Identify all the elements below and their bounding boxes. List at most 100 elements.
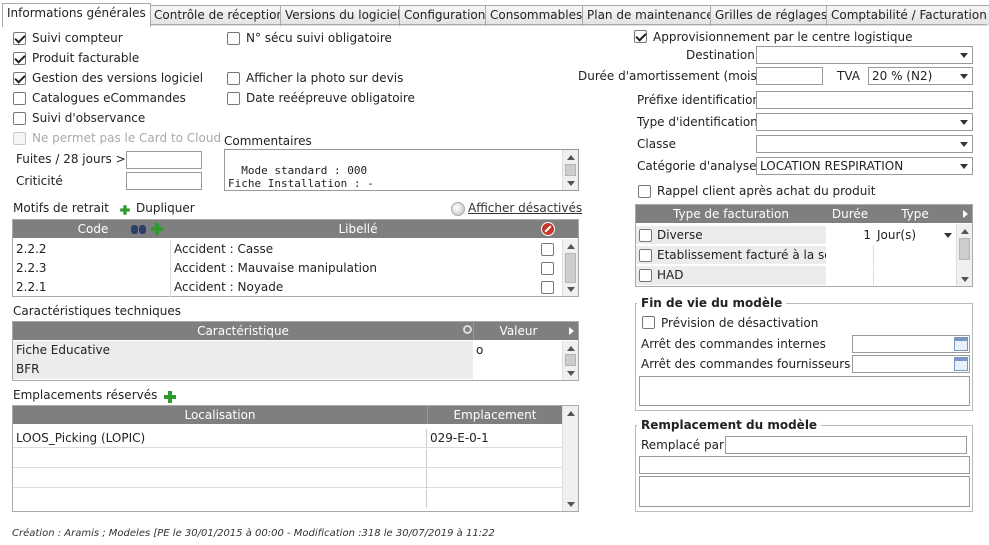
chevron-down-icon[interactable] (956, 158, 972, 174)
col-emplacement[interactable]: Emplacement (427, 406, 562, 424)
emplacements-scrollbar[interactable] (562, 406, 578, 511)
table-row[interactable]: 2.2.1 Accident : Noyade (13, 278, 562, 297)
row-unite[interactable] (874, 246, 956, 265)
tab-consommables[interactable]: Consommables (485, 5, 588, 26)
scroll-up-icon[interactable] (563, 150, 578, 164)
scroll-up-icon[interactable] (563, 406, 578, 420)
afficher-desactives-link[interactable]: Afficher désactivés (468, 201, 582, 215)
catalogues-checkbox[interactable] (13, 92, 26, 105)
date-reepreuve-checkbox[interactable] (227, 92, 240, 105)
suivi-compteur-checkbox[interactable] (13, 32, 26, 45)
calendar-icon[interactable] (954, 337, 968, 351)
chevron-right-icon[interactable] (963, 210, 968, 218)
type-ident-select[interactable] (756, 113, 973, 131)
chevron-right-icon[interactable] (569, 327, 574, 335)
remplace-par-input[interactable] (725, 436, 967, 454)
commentaires-textarea[interactable]: Mode standard : 000 Fiche Installation :… (224, 149, 579, 191)
row-duree[interactable]: 1 (826, 226, 874, 245)
table-row[interactable]: Etablissement facturé à la se (636, 246, 956, 265)
tab-grilles-reglages[interactable]: Grilles de réglages (710, 5, 833, 26)
commentaires-scrollbar[interactable] (562, 150, 578, 190)
scroll-down-icon[interactable] (563, 176, 578, 190)
row-checkbox[interactable] (639, 229, 652, 242)
row-duree[interactable] (826, 266, 874, 285)
col-code[interactable]: Code (13, 220, 173, 238)
gestion-versions-checkbox[interactable] (13, 72, 26, 85)
col-libelle[interactable]: Libellé (173, 220, 543, 238)
duree-input[interactable] (756, 67, 823, 85)
produit-facturable-checkbox[interactable] (13, 52, 26, 65)
appro-checkbox[interactable] (634, 30, 647, 43)
remplacement-notes[interactable] (639, 476, 970, 507)
add-emplacement-icon[interactable] (164, 391, 176, 403)
col-type-facturation[interactable]: Type de facturation (636, 205, 826, 223)
col-duree[interactable]: Durée (826, 205, 874, 223)
chevron-down-icon[interactable] (940, 228, 955, 243)
table-row[interactable]: Diverse 1 Jour(s) (636, 226, 956, 245)
table-row[interactable]: 2.2.2 Accident : Casse (13, 240, 562, 259)
scroll-thumb[interactable] (565, 253, 576, 283)
secu-checkbox[interactable] (227, 32, 240, 45)
row-checkbox[interactable] (541, 281, 554, 294)
tab-informations-generales[interactable]: Informations générales (2, 3, 151, 27)
chevron-down-icon[interactable] (956, 114, 972, 130)
photo-devis-checkbox[interactable] (227, 72, 240, 85)
rappel-checkbox[interactable] (638, 185, 651, 198)
scroll-thumb[interactable] (565, 164, 576, 176)
arret-fournisseurs-date[interactable] (852, 355, 970, 373)
destination-select[interactable] (756, 46, 973, 64)
scroll-thumb[interactable] (565, 354, 576, 366)
row-checkbox[interactable] (639, 249, 652, 262)
add-motif-icon[interactable] (151, 223, 163, 235)
scroll-up-icon[interactable] (563, 341, 578, 355)
col-localisation[interactable]: Localisation (13, 406, 427, 424)
col-type[interactable]: Type (874, 205, 956, 223)
suivi-observance-checkbox[interactable] (13, 112, 26, 125)
table-row[interactable]: BFR (13, 360, 562, 379)
row-duree[interactable] (826, 246, 874, 265)
row-checkbox[interactable] (541, 262, 554, 275)
tva-select[interactable]: 20 % (N2) (868, 67, 973, 85)
tab-versions-logiciel[interactable]: Versions du logiciel (280, 5, 406, 26)
scroll-down-icon[interactable] (563, 497, 578, 511)
chevron-down-icon[interactable] (956, 68, 972, 84)
arret-internes-date[interactable] (852, 335, 970, 353)
table-row[interactable]: LOOS_Picking (LOPIC) 029-E-0-1 (13, 429, 562, 448)
calendar-icon[interactable] (954, 357, 968, 371)
row-valeur[interactable]: o (473, 341, 562, 360)
row-valeur[interactable] (473, 360, 562, 379)
row-checkbox[interactable] (639, 269, 652, 282)
row-checkbox[interactable] (541, 243, 554, 256)
tab-configuration[interactable]: Configuration (399, 5, 491, 26)
delete-icon[interactable] (541, 222, 555, 236)
caracteristiques-scrollbar[interactable] (562, 341, 578, 380)
search-icon[interactable] (463, 325, 472, 334)
binoculars-icon[interactable] (131, 223, 147, 235)
motifs-scrollbar[interactable] (562, 239, 578, 296)
table-row[interactable]: HAD (636, 266, 956, 285)
facturation-scrollbar[interactable] (956, 224, 972, 286)
fuites-input[interactable] (126, 151, 202, 169)
tab-plan-maintenance[interactable]: Plan de maintenance (582, 5, 719, 26)
table-row[interactable]: 2.2.3 Accident : Mauvaise manipulation (13, 259, 562, 278)
chevron-down-icon[interactable] (956, 47, 972, 63)
scroll-down-icon[interactable] (957, 272, 972, 286)
scroll-up-icon[interactable] (563, 239, 578, 253)
categorie-select[interactable]: LOCATION RESPIRATION (756, 157, 973, 175)
prefixe-input[interactable] (756, 91, 973, 109)
scroll-thumb[interactable] (959, 238, 970, 260)
tab-comptabilite-facturation[interactable]: Comptabilité / Facturation (826, 5, 989, 26)
prevision-checkbox[interactable] (642, 316, 655, 329)
scroll-down-icon[interactable] (563, 366, 578, 380)
row-unite[interactable] (874, 266, 956, 285)
scroll-up-icon[interactable] (957, 224, 972, 238)
criticite-input[interactable] (126, 172, 202, 190)
dupliquer-link[interactable]: Dupliquer (136, 201, 195, 215)
col-caracteristique[interactable]: Caractéristique (13, 322, 473, 340)
fin-de-vie-notes[interactable] (639, 376, 970, 406)
tab-controle-reception[interactable]: Contrôle de réception (149, 5, 290, 26)
remplacement-field[interactable] (639, 456, 970, 474)
classe-select[interactable] (756, 135, 973, 153)
scroll-down-icon[interactable] (563, 282, 578, 296)
chevron-down-icon[interactable] (956, 136, 972, 152)
